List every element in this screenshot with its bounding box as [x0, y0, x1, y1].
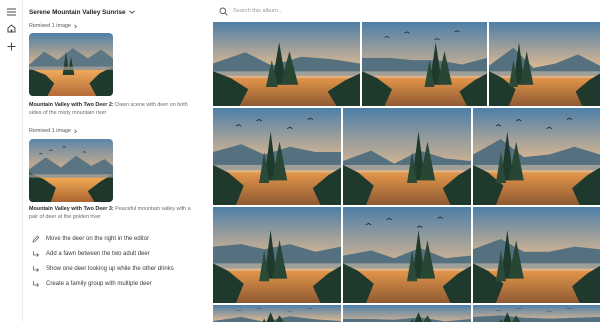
suggestion-label: Add a fawn between the two adult deer	[46, 251, 150, 257]
landscape-image	[213, 207, 341, 303]
gallery-image[interactable]	[473, 207, 600, 303]
remix-link[interactable]: Remixed 1 image	[29, 128, 78, 134]
remix-title: Mountain Valley with Two Deer 3:	[29, 206, 114, 212]
suggestion-label: Create a family group with multiple deer	[46, 281, 152, 287]
suggestion-label: Move the deer on the right in the editor	[46, 236, 150, 242]
album-search	[219, 4, 419, 18]
remix-description: Mountain Valley with Two Deer 3: Peacefu…	[29, 205, 201, 221]
gallery-image[interactable]	[213, 22, 360, 106]
landscape-image	[343, 207, 471, 303]
reply-arrow-icon	[33, 281, 40, 287]
pencil-icon	[32, 235, 40, 243]
chevron-right-icon	[74, 23, 78, 29]
landscape-image	[29, 139, 113, 202]
home-button[interactable]	[4, 21, 19, 36]
gallery-image[interactable]	[489, 22, 600, 106]
landscape-image	[489, 22, 600, 106]
landscape-image	[473, 108, 600, 205]
gallery-image[interactable]	[343, 108, 471, 205]
home-icon	[7, 24, 16, 33]
new-button[interactable]	[4, 39, 19, 54]
remix-title: Mountain Valley with Two Deer 2:	[29, 102, 114, 108]
remix-thumbnail[interactable]	[29, 33, 113, 96]
gallery-image[interactable]	[362, 22, 487, 106]
landscape-image	[213, 108, 341, 205]
search-input[interactable]	[233, 8, 403, 14]
remix-label: Remixed 1 image	[29, 128, 71, 134]
landscape-image	[29, 33, 113, 96]
remix-link[interactable]: Remixed 1 image	[29, 23, 78, 29]
gallery-image[interactable]	[213, 305, 341, 322]
remix-thumbnail[interactable]	[29, 139, 113, 202]
landscape-image	[362, 22, 487, 106]
reply-arrow-icon	[33, 251, 40, 257]
landscape-image	[343, 108, 471, 205]
landscape-image	[343, 305, 471, 322]
menu-button[interactable]	[4, 4, 19, 19]
suggestion-item[interactable]: Create a family group with multiple deer	[32, 280, 152, 288]
landscape-image	[213, 305, 341, 322]
landscape-image	[213, 22, 360, 106]
chevron-down-icon	[128, 10, 135, 14]
plus-icon	[7, 42, 16, 51]
landscape-image	[473, 207, 600, 303]
album-title-dropdown[interactable]: Serene Mountain Valley Sunrise	[29, 6, 135, 18]
suggestion-label: Show one deer looking up while the other…	[46, 266, 174, 272]
search-icon	[219, 7, 228, 16]
gallery-image[interactable]	[473, 108, 600, 205]
gallery-image[interactable]	[473, 305, 600, 322]
gallery-image[interactable]	[213, 207, 341, 303]
remix-label: Remixed 1 image	[29, 23, 71, 29]
remix-panel: Serene Mountain Valley Sunrise Remixed 1…	[23, 0, 213, 322]
gallery-image[interactable]	[343, 305, 471, 322]
chevron-right-icon	[74, 128, 78, 134]
suggestion-item[interactable]: Add a fawn between the two adult deer	[32, 250, 150, 258]
left-rail	[0, 0, 23, 322]
menu-icon	[7, 8, 16, 15]
suggestion-item[interactable]: Show one deer looking up while the other…	[32, 265, 174, 273]
gallery-image[interactable]	[213, 108, 341, 205]
gallery-image[interactable]	[343, 207, 471, 303]
remix-description: Mountain Valley with Two Deer 2: Dawn sc…	[29, 101, 201, 117]
landscape-image	[473, 305, 600, 322]
album-title: Serene Mountain Valley Sunrise	[29, 8, 126, 16]
suggestion-item[interactable]: Move the deer on the right in the editor	[32, 235, 149, 243]
image-gallery	[213, 22, 600, 322]
reply-arrow-icon	[33, 266, 40, 272]
